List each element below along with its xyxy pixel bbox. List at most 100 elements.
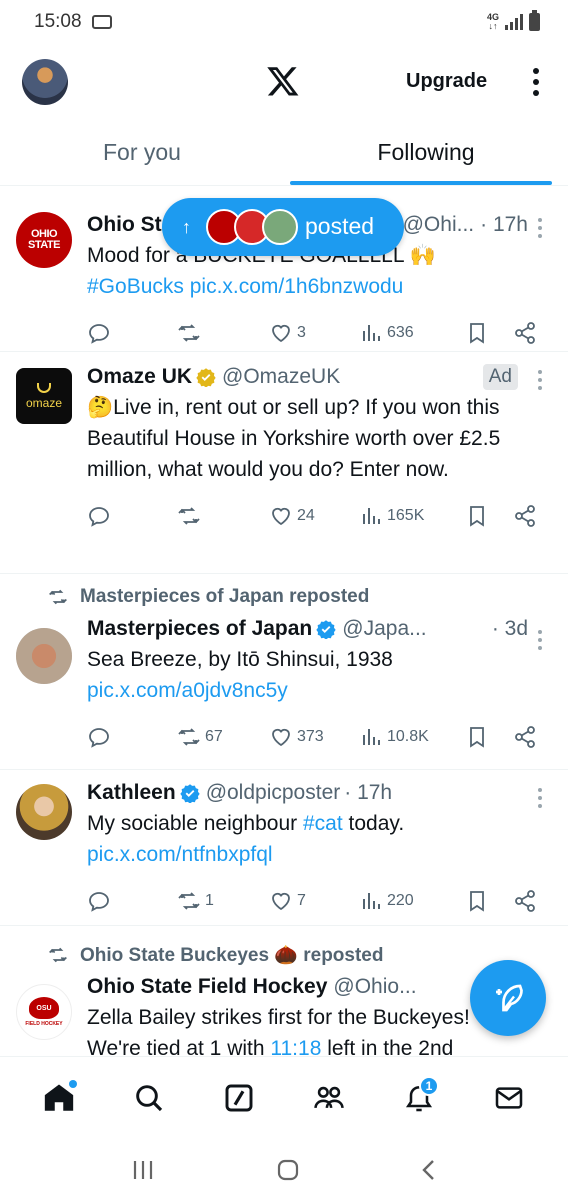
repost-button[interactable]	[177, 321, 269, 345]
verified-icon	[316, 620, 336, 639]
compose-button[interactable]	[470, 960, 546, 1036]
tweet-text: left in the 2nd	[321, 1037, 454, 1056]
hashtag-link[interactable]: #GoBucks	[87, 275, 184, 298]
author-handle[interactable]: @Ohi...	[403, 213, 475, 237]
repost-button[interactable]: 1	[177, 889, 269, 913]
repost-context[interactable]: Masterpieces of Japan reposted	[48, 580, 568, 614]
tweet[interactable]: Masterpieces of Japan reposted Masterpie…	[0, 574, 568, 770]
tweet-time[interactable]: · 17h	[344, 781, 392, 805]
view-count: 10.8K	[387, 728, 429, 745]
hashtag-link[interactable]: #cat	[303, 812, 343, 835]
author-avatar[interactable]	[16, 784, 72, 840]
upgrade-button[interactable]: Upgrade	[406, 70, 487, 93]
media-link[interactable]: pic.x.com/ntfnbxpfql	[87, 843, 273, 866]
network-badge: 4G ↓↑	[486, 12, 499, 31]
tweet-time[interactable]: · 3d	[492, 617, 528, 641]
author-name[interactable]: Kathleen	[87, 781, 176, 805]
tweet-more-icon[interactable]	[538, 218, 544, 238]
like-button[interactable]: 24	[269, 504, 359, 528]
repost-button[interactable]	[177, 504, 269, 528]
tweet-time[interactable]: · 17h	[480, 213, 528, 237]
nav-search[interactable]	[127, 1076, 171, 1120]
mail-icon	[495, 1086, 523, 1109]
author-name[interactable]: Masterpieces of Japan	[87, 617, 312, 641]
active-tab-indicator	[290, 181, 552, 185]
time-link[interactable]: 11:18	[270, 1037, 321, 1056]
share-button[interactable]	[513, 889, 537, 913]
new-posts-pill[interactable]: ↑ posted	[162, 198, 404, 256]
share-button[interactable]	[513, 504, 537, 528]
repost-button[interactable]: 67	[177, 725, 269, 749]
like-count: 373	[297, 728, 324, 745]
author-handle[interactable]: @Ohio...	[333, 975, 416, 999]
author-avatar[interactable]: OHIO STATE	[16, 212, 72, 268]
nav-grok[interactable]	[217, 1076, 261, 1120]
nav-messages[interactable]	[487, 1076, 531, 1120]
tab-for-you[interactable]: For you	[0, 120, 284, 185]
views-button[interactable]: 10.8K	[359, 725, 465, 749]
tweet-ad[interactable]: omaze Omaze UK @OmazeUK Ad 🤔Live in, ren…	[0, 352, 568, 574]
author-avatar[interactable]: OSU FIELD HOCKEY	[16, 984, 72, 1040]
more-options-icon[interactable]	[526, 68, 546, 96]
like-button[interactable]: 7	[269, 889, 359, 913]
reply-button[interactable]	[87, 321, 177, 345]
like-button[interactable]: 373	[269, 725, 359, 749]
timeline-feed[interactable]: OHIO STATE Ohio St @Ohi... · 17h Mood for…	[0, 190, 568, 1056]
x-logo-icon[interactable]	[266, 64, 300, 98]
views-icon	[363, 729, 380, 745]
author-name[interactable]: Ohio St	[87, 213, 162, 237]
status-right: 4G ↓↑	[486, 10, 540, 31]
bookmark-button[interactable]	[465, 504, 513, 528]
heart-icon	[272, 324, 290, 343]
reply-button[interactable]	[87, 889, 177, 913]
reply-button[interactable]	[87, 504, 177, 528]
bookmark-button[interactable]	[465, 725, 513, 749]
author-handle[interactable]: @OmazeUK	[222, 365, 340, 389]
tweet-text: We're tied at 1 with	[87, 1037, 271, 1056]
view-count: 636	[387, 324, 414, 341]
like-button[interactable]: 3	[269, 321, 359, 345]
tweet-more-icon[interactable]	[538, 788, 544, 808]
views-button[interactable]: 165K	[359, 504, 465, 528]
reposted-by-label: Ohio State Buckeyes 🌰 reposted	[80, 945, 384, 966]
nav-notifications[interactable]: 1	[397, 1075, 441, 1120]
author-name[interactable]: Omaze UK	[87, 365, 192, 389]
tweet-more-icon[interactable]	[538, 370, 544, 390]
author-name[interactable]: Ohio State Field Hockey	[87, 975, 327, 999]
nav-communities[interactable]	[307, 1076, 351, 1120]
tweet[interactable]: Kathleen @oldpicposter · 17h My sociable…	[0, 770, 568, 926]
author-handle[interactable]: @oldpicposter	[206, 781, 341, 805]
share-button[interactable]	[513, 321, 537, 345]
bookmark-button[interactable]	[465, 889, 513, 913]
author-handle[interactable]: @Japa...	[342, 617, 426, 641]
gold-verified-icon	[196, 368, 216, 387]
media-link[interactable]: pic.x.com/a0jdv8nc5y	[87, 679, 288, 702]
views-icon	[363, 508, 380, 524]
profile-avatar[interactable]	[22, 59, 68, 105]
system-nav-bar	[0, 1140, 568, 1200]
reply-icon	[89, 324, 109, 344]
share-icon	[515, 726, 535, 748]
recents-icon[interactable]	[129, 1158, 157, 1182]
heart-icon	[272, 507, 290, 526]
back-icon[interactable]	[419, 1158, 439, 1182]
home-system-icon[interactable]	[275, 1157, 301, 1183]
share-button[interactable]	[513, 725, 537, 749]
author-avatar[interactable]: omaze	[16, 368, 72, 424]
reply-button[interactable]	[87, 725, 177, 749]
views-button[interactable]: 220	[359, 889, 465, 913]
media-link[interactable]: pic.x.com/1h6bnzwodu	[190, 275, 404, 298]
bookmark-button[interactable]	[465, 321, 513, 345]
tab-following[interactable]: Following	[284, 120, 568, 185]
compose-feather-icon	[496, 984, 523, 1012]
like-count: 3	[297, 324, 306, 341]
omaze-logo-word: omaze	[25, 395, 63, 410]
author-avatar[interactable]	[16, 628, 72, 684]
tweet-more-icon[interactable]	[538, 630, 544, 650]
views-icon	[363, 325, 380, 341]
verified-icon	[180, 784, 200, 803]
repost-icon	[178, 892, 200, 910]
views-button[interactable]: 636	[359, 321, 465, 345]
nav-home[interactable]	[37, 1076, 81, 1120]
search-icon	[136, 1084, 163, 1111]
